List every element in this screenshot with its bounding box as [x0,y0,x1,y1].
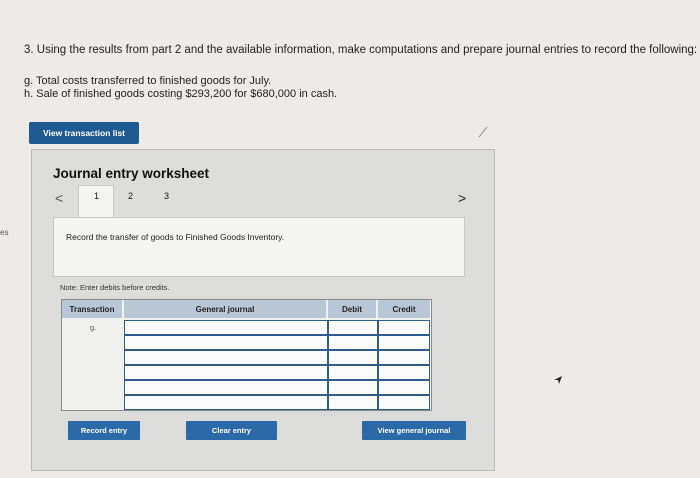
view-transaction-list-button[interactable]: View transaction list [29,122,139,144]
debit-input[interactable] [328,395,378,410]
question-title: 3. Using the results from part 2 and the… [24,44,698,56]
credit-input[interactable] [378,395,430,410]
header-transaction: Transaction [62,300,122,318]
debit-input[interactable] [328,350,378,365]
credit-input[interactable] [378,380,430,395]
worksheet-title: Journal entry worksheet [53,166,210,181]
account-input[interactable] [124,365,328,380]
account-input[interactable] [124,395,328,410]
pen-mark-icon [478,126,488,138]
credit-input[interactable] [378,350,430,365]
question-item-h: h. Sale of finished goods costing $293,2… [24,88,338,100]
tab-2[interactable]: 2 [128,191,133,201]
journal-table: Transaction General journal Debit Credit… [61,299,432,411]
mouse-cursor-icon [554,376,562,384]
note-text: Note: Enter debits before credits. [60,283,170,292]
header-credit: Credit [378,300,430,318]
tab-1[interactable]: 1 [94,191,99,201]
header-debit: Debit [328,300,376,318]
transaction-label: g. [90,323,97,332]
next-arrow-icon[interactable]: > [458,190,466,206]
debit-input[interactable] [328,335,378,350]
account-input[interactable] [124,335,328,350]
account-input[interactable] [124,380,328,395]
journal-entry-worksheet: Journal entry worksheet < 1 2 3 > Record… [31,149,495,471]
account-input[interactable] [124,350,328,365]
debit-input[interactable] [328,365,378,380]
tab-3[interactable]: 3 [164,191,169,201]
debit-input[interactable] [328,320,378,335]
view-general-journal-button[interactable]: View general journal [362,421,466,440]
credit-input[interactable] [378,365,430,380]
instruction-box: Record the transfer of goods to Finished… [53,217,465,277]
prev-arrow-icon[interactable]: < [55,190,63,206]
credit-input[interactable] [378,335,430,350]
edge-text: es [0,228,9,237]
instruction-text: Record the transfer of goods to Finished… [66,232,285,242]
question-item-g: g. Total costs transferred to finished g… [24,75,272,87]
record-entry-button[interactable]: Record entry [68,421,140,440]
header-general-journal: General journal [124,300,326,318]
account-input[interactable] [124,320,328,335]
debit-input[interactable] [328,380,378,395]
credit-input[interactable] [378,320,430,335]
clear-entry-button[interactable]: Clear entry [186,421,277,440]
